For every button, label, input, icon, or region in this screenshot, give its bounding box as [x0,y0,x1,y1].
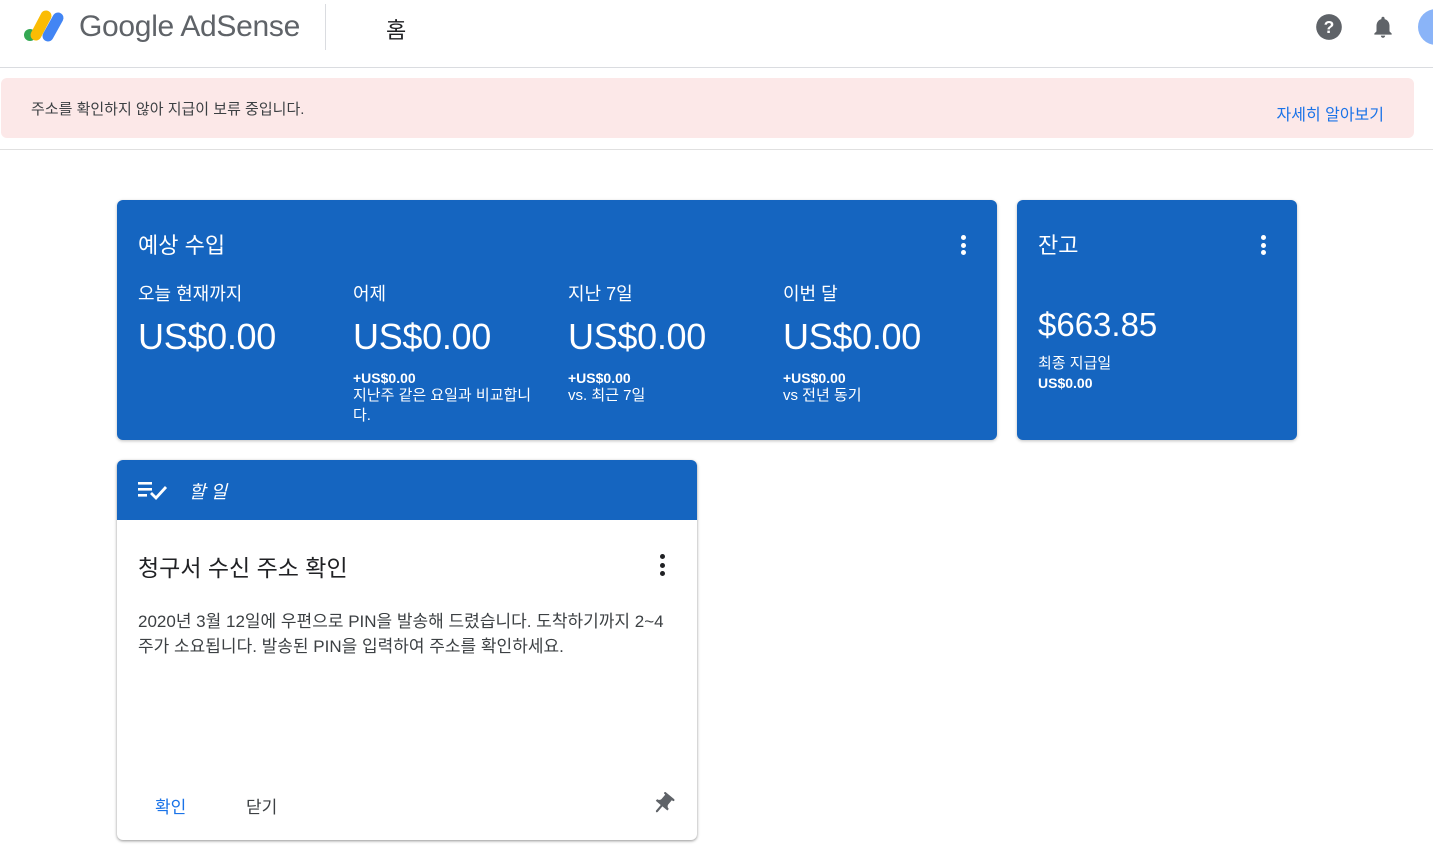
section-divider [0,149,1433,150]
metric-label: 이번 달 [783,284,838,304]
more-vert-icon[interactable] [657,554,667,576]
pin-icon[interactable] [650,791,676,817]
metric-delta: +US$0.00 [568,370,631,386]
todo-header-label: 할 일 [189,482,228,502]
more-vert-icon[interactable] [958,235,968,255]
estimated-earnings-card: 예상 수입 오늘 현재까지 US$0.00 어제 US$0.00 +US$0.0… [117,200,997,440]
adsense-logo-icon[interactable] [22,8,66,44]
todo-card: 할 일 청구서 수신 주소 확인 2020년 3월 12일에 우편으로 PIN을… [117,460,697,840]
dismiss-button[interactable]: 닫기 [246,793,277,818]
last-payment-label: 최종 지급일 [1038,355,1112,372]
banner-message: 주소를 확인하지 않아 지급이 보류 중입니다. [31,101,305,118]
task-description: 2020년 3월 12일에 우편으로 PIN을 발송해 드렸습니다. 도착하기까… [138,612,664,656]
page-title: 홈 [386,18,407,43]
card-title: 예상 수입 [138,233,226,258]
product-name[interactable]: Google AdSense [79,10,300,44]
metric-today: 오늘 현재까지 US$0.00 [138,280,338,358]
metric-comparison-note: vs 전년 동기 [783,387,862,404]
learn-more-link[interactable]: 자세히 알아보기 [1277,101,1385,125]
metric-yesterday: 어제 US$0.00 +US$0.00 지난주 같은 요일과 비교합니다. [353,280,553,426]
metric-value: US$0.00 [568,316,706,357]
more-vert-icon[interactable] [1258,235,1268,255]
last-payment-amount: US$0.00 [1038,375,1093,391]
svg-text:?: ? [1324,17,1335,37]
metric-label: 오늘 현재까지 [138,284,243,304]
balance-card: 잔고 $663.85 최종 지급일 US$0.00 [1017,200,1297,440]
top-app-bar: Google AdSense 홈 ? [0,0,1433,68]
metric-comparison-note: 지난주 같은 요일과 비교합니다. [353,387,532,424]
bell-icon[interactable] [1369,13,1397,41]
todo-header: 할 일 [117,460,697,520]
metric-last-7-days: 지난 7일 US$0.00 +US$0.00 vs. 최근 7일 [568,280,768,406]
card-title: 잔고 [1038,233,1079,258]
metric-label: 어제 [353,284,387,304]
metric-delta: +US$0.00 [353,370,416,386]
metric-comparison-note: vs. 최근 7일 [568,387,646,404]
checklist-icon [138,482,168,501]
metric-value: US$0.00 [353,316,491,357]
account-avatar[interactable] [1418,9,1433,45]
confirm-button[interactable]: 확인 [155,793,186,818]
header-divider [325,4,326,50]
metric-this-month: 이번 달 US$0.00 +US$0.00 vs 전년 동기 [783,280,983,406]
balance-amount: $663.85 [1038,306,1158,343]
metric-value: US$0.00 [783,316,921,357]
payment-hold-banner: 주소를 확인하지 않아 지급이 보류 중입니다. 자세히 알아보기 [1,78,1414,138]
task-title: 청구서 수신 주소 확인 [138,555,348,581]
metric-delta: +US$0.00 [783,370,846,386]
metric-value: US$0.00 [138,316,276,357]
help-icon[interactable]: ? [1315,13,1343,41]
metric-label: 지난 7일 [568,284,633,304]
